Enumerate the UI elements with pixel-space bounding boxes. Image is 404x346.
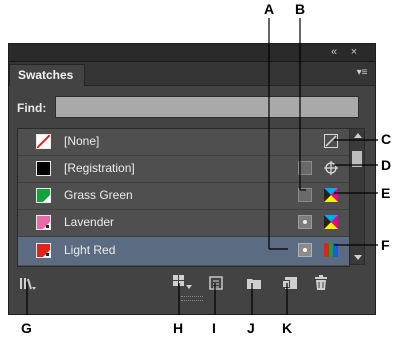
callout-j: J xyxy=(247,320,255,336)
screenshot: « × Swatches ▾≡ Find: [None] [Registrati… xyxy=(0,0,404,346)
callout-lines xyxy=(26,18,378,315)
callout-g: G xyxy=(21,320,32,336)
callout-h: H xyxy=(173,320,184,336)
callout-c: C xyxy=(381,131,392,147)
callout-b: B xyxy=(295,1,306,17)
callout-i: I xyxy=(212,320,216,336)
callout-e: E xyxy=(381,185,391,201)
callout-a: A xyxy=(264,1,275,17)
callout-k: K xyxy=(282,320,293,336)
callout-f: F xyxy=(381,237,390,253)
callout-d: D xyxy=(381,157,392,173)
